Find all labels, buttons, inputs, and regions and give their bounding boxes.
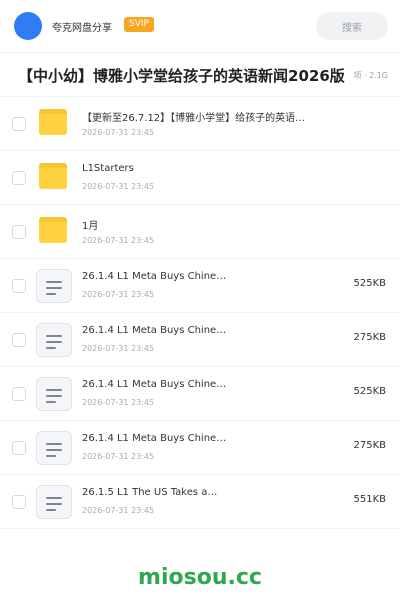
search-label: 搜索: [342, 22, 362, 34]
item-date: 2026-07-31 23:45: [82, 182, 155, 191]
item-name: L1Starters: [82, 163, 134, 174]
item-date: 2026-07-31 23:45: [82, 398, 155, 407]
list-item[interactable]: 26.1.5 L1 The US Takes a… 2026-07-31 23:…: [0, 475, 400, 529]
share-title: 【中小幼】博雅小学堂给孩子的英语新闻2026版: [18, 67, 345, 85]
watermark: miosou.cc: [138, 565, 262, 590]
folder-icon: [36, 215, 72, 249]
select-checkbox[interactable]: [12, 387, 26, 401]
folder-icon: [36, 161, 72, 195]
document-icon: [36, 431, 72, 465]
item-name: 26.1.4 L1 Meta Buys Chine…: [82, 271, 227, 282]
select-checkbox[interactable]: [12, 117, 26, 131]
list-item[interactable]: 1月 2026-07-31 23:45: [0, 205, 400, 259]
select-checkbox[interactable]: [12, 171, 26, 185]
document-icon: [36, 377, 72, 411]
item-name: 【更新至26.7.12】【博雅小学堂】给孩子的英语…: [82, 113, 306, 124]
item-size: 275KB: [353, 332, 386, 343]
item-name: 26.1.5 L1 The US Takes a…: [82, 487, 218, 498]
document-icon: [36, 269, 72, 303]
item-size: 275KB: [353, 440, 386, 451]
select-checkbox[interactable]: [12, 225, 26, 239]
item-size: 525KB: [353, 386, 386, 397]
item-date: 2026-07-31 23:45: [82, 236, 155, 245]
item-name: 26.1.4 L1 Meta Buys Chine…: [82, 433, 227, 444]
divider: [0, 52, 400, 53]
select-checkbox[interactable]: [12, 333, 26, 347]
item-size: 525KB: [353, 278, 386, 289]
item-name: 1月: [82, 221, 99, 232]
search-button[interactable]: 搜索: [316, 12, 388, 40]
item-date: 2026-07-31 23:45: [82, 506, 155, 515]
app-name: 夸克网盘分享: [52, 23, 112, 34]
item-date: 2026-07-31 23:45: [82, 344, 155, 353]
file-list: 【更新至26.7.12】【博雅小学堂】给孩子的英语… 2026-07-31 23…: [0, 97, 400, 529]
share-meta: 项 · 2.1G: [349, 70, 388, 81]
list-item[interactable]: 【更新至26.7.12】【博雅小学堂】给孩子的英语… 2026-07-31 23…: [0, 97, 400, 151]
select-checkbox[interactable]: [12, 279, 26, 293]
select-checkbox[interactable]: [12, 495, 26, 509]
list-item[interactable]: 26.1.4 L1 Meta Buys Chine… 2026-07-31 23…: [0, 367, 400, 421]
share-title-row: 【中小幼】博雅小学堂给孩子的英语新闻2026版: [18, 64, 388, 88]
list-item[interactable]: L1Starters 2026-07-31 23:45: [0, 151, 400, 205]
svip-badge: SVIP: [124, 17, 154, 32]
item-date: 2026-07-31 23:45: [82, 452, 155, 461]
item-date: 2026-07-31 23:45: [82, 290, 155, 299]
list-item[interactable]: 26.1.4 L1 Meta Buys Chine… 2026-07-31 23…: [0, 259, 400, 313]
item-name: 26.1.4 L1 Meta Buys Chine…: [82, 325, 227, 336]
item-date: 2026-07-31 23:45: [82, 128, 155, 137]
item-name: 26.1.4 L1 Meta Buys Chine…: [82, 379, 227, 390]
top-bar: 夸克网盘分享 SVIP 搜索: [0, 0, 400, 52]
list-item[interactable]: 26.1.4 L1 Meta Buys Chine… 2026-07-31 23…: [0, 313, 400, 367]
folder-icon: [36, 107, 72, 141]
item-size: 551KB: [353, 494, 386, 505]
document-icon: [36, 323, 72, 357]
list-item[interactable]: 26.1.4 L1 Meta Buys Chine… 2026-07-31 23…: [0, 421, 400, 475]
avatar[interactable]: [14, 12, 42, 40]
select-checkbox[interactable]: [12, 441, 26, 455]
document-icon: [36, 485, 72, 519]
